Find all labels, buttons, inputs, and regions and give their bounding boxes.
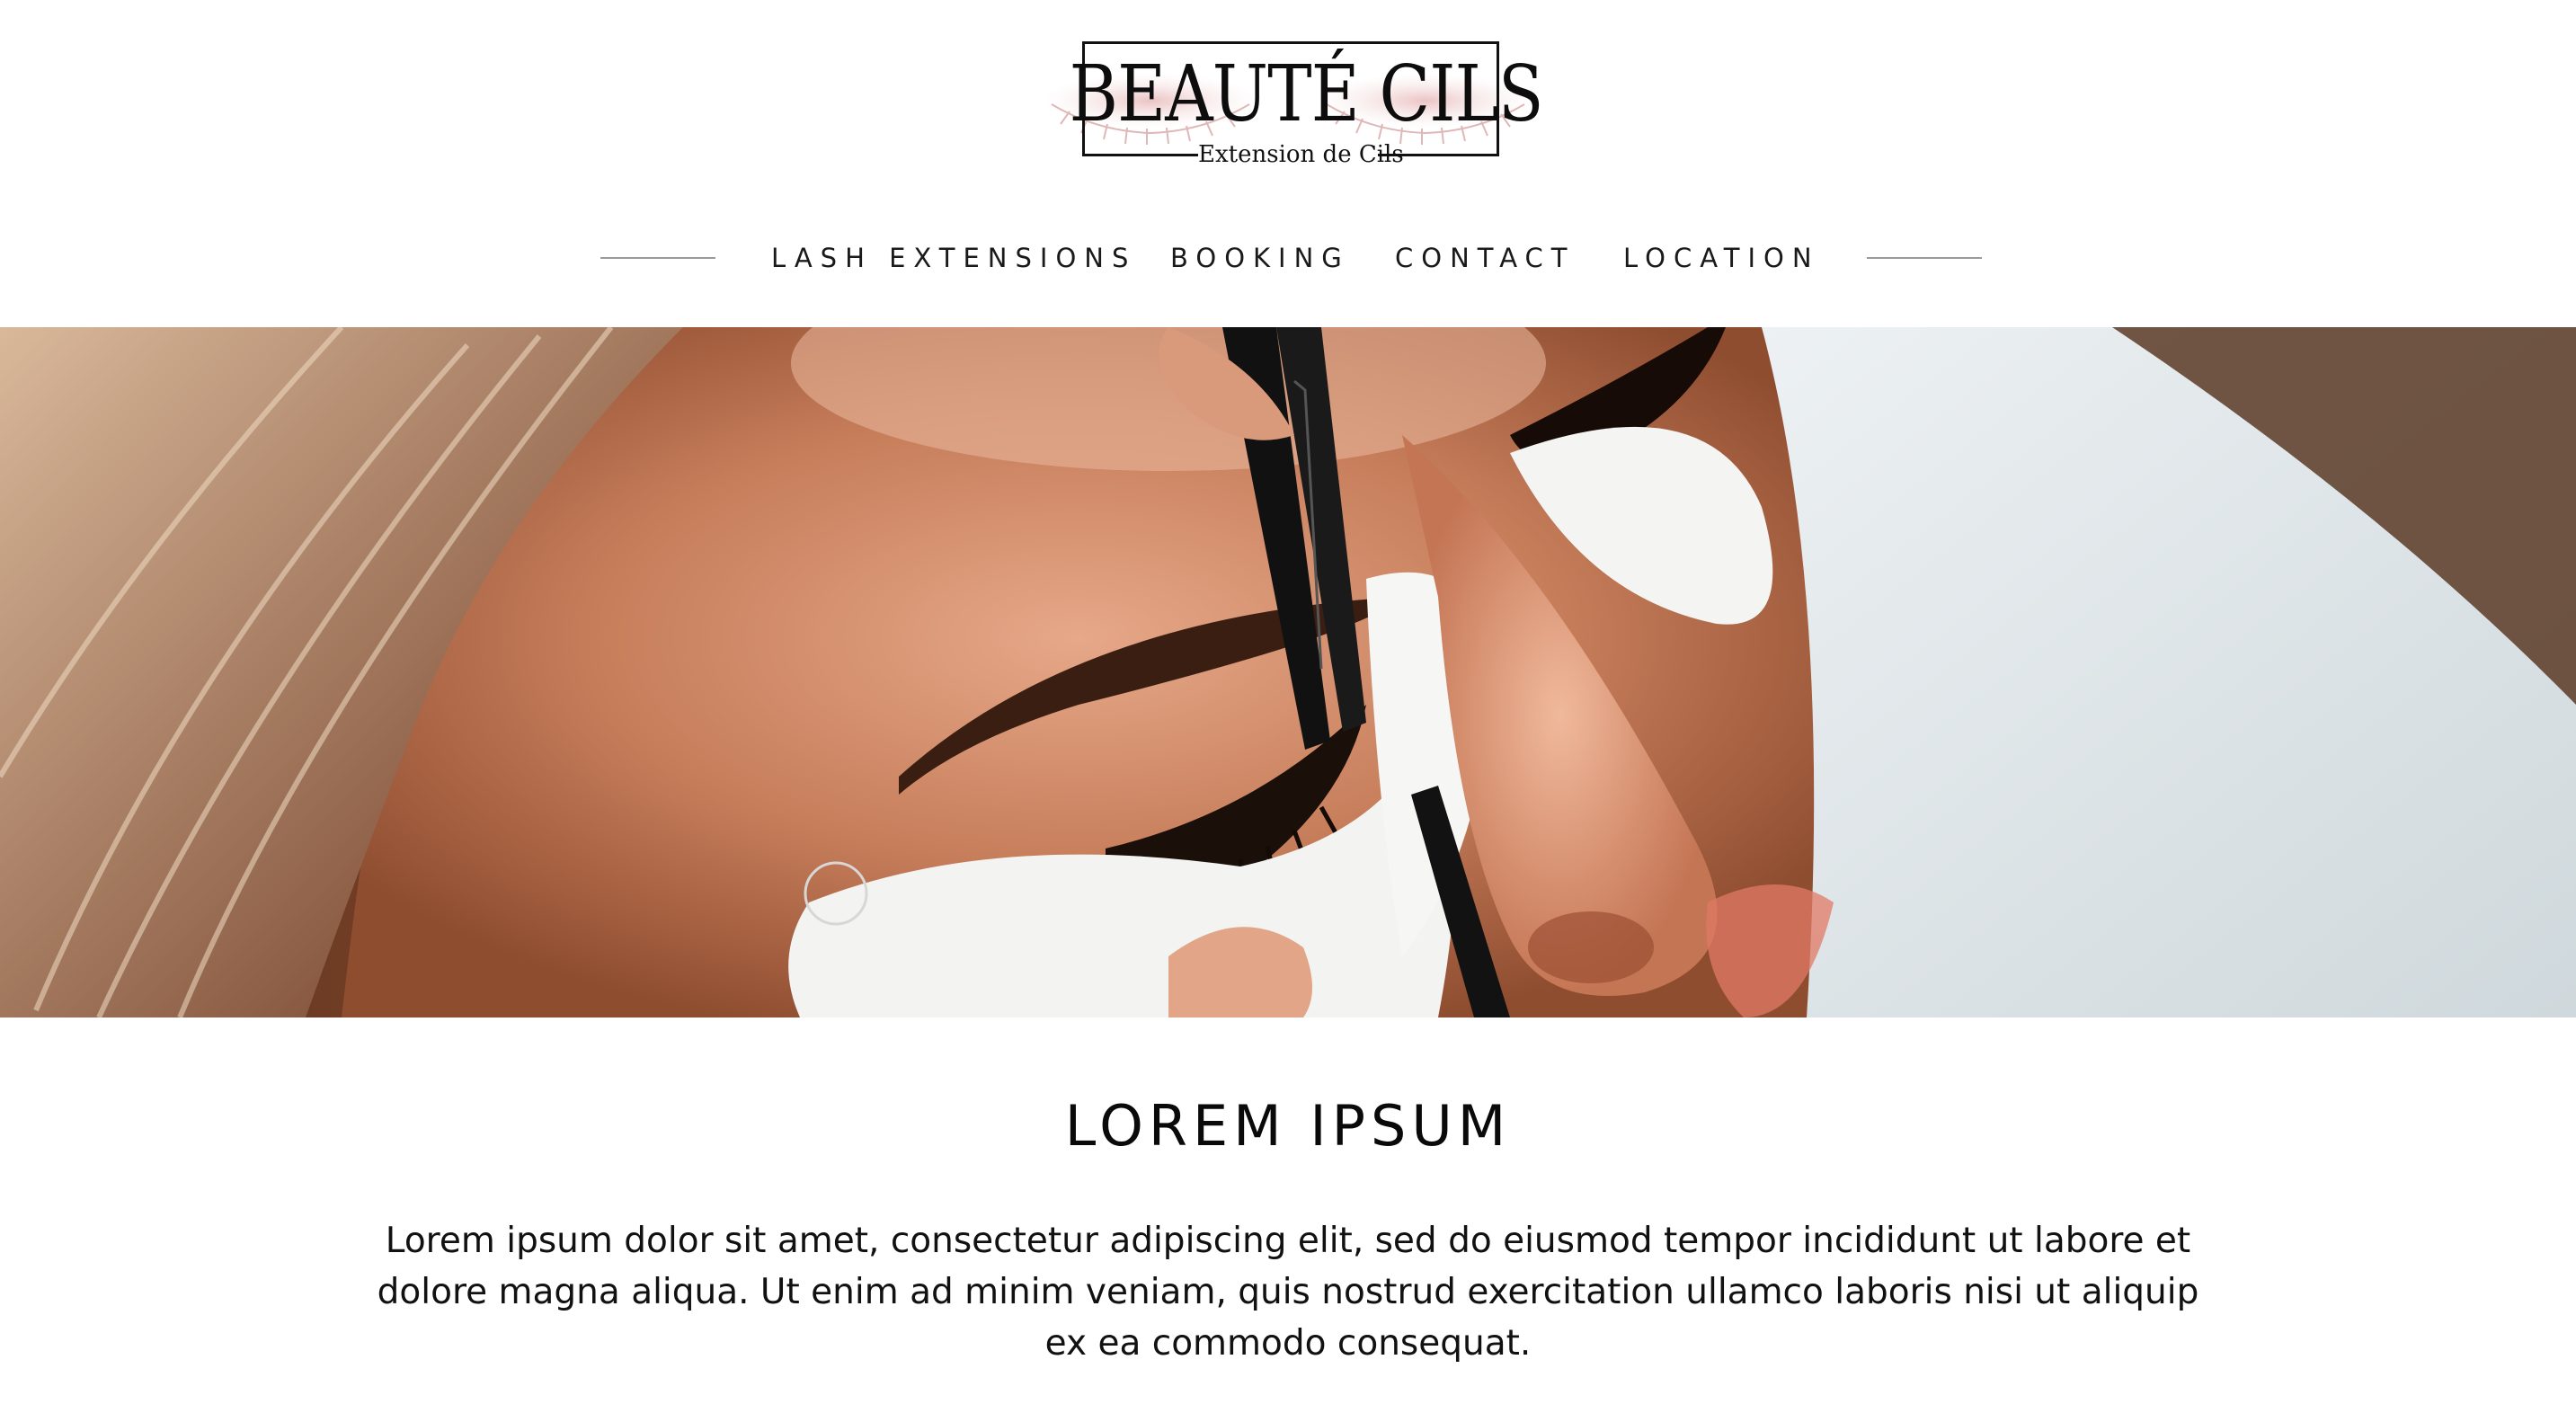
nav-item-location[interactable]: LOCATION xyxy=(1623,235,1820,280)
nav-item-booking[interactable]: BOOKING xyxy=(1170,235,1350,280)
main-nav: LASH EXTENSIONS BOOKING CONTACT LOCATION xyxy=(0,235,2576,280)
brand-subtitle: Extension de Cils xyxy=(1198,138,1404,171)
section-paragraph: Lorem ipsum dolor sit amet, consectetur … xyxy=(377,1221,2199,1364)
page: BEAUTÉ CILS Extension de Cils LASH EXTEN… xyxy=(0,0,2576,1404)
nav-item-contact[interactable]: CONTACT xyxy=(1395,235,1576,280)
section-heading: LOREM IPSUM xyxy=(1064,1093,1512,1159)
hero-photo xyxy=(0,327,2576,1017)
nav-divider-left xyxy=(600,257,715,259)
nav-divider-right xyxy=(1867,257,1982,259)
brand-title: BEAUTÉ CILS xyxy=(1069,49,1544,139)
nav-item-lash-extensions[interactable]: LASH EXTENSIONS xyxy=(771,235,1136,280)
brand-logo[interactable]: BEAUTÉ CILS Extension de Cils xyxy=(1034,27,1544,171)
hero-image xyxy=(0,327,2576,1017)
